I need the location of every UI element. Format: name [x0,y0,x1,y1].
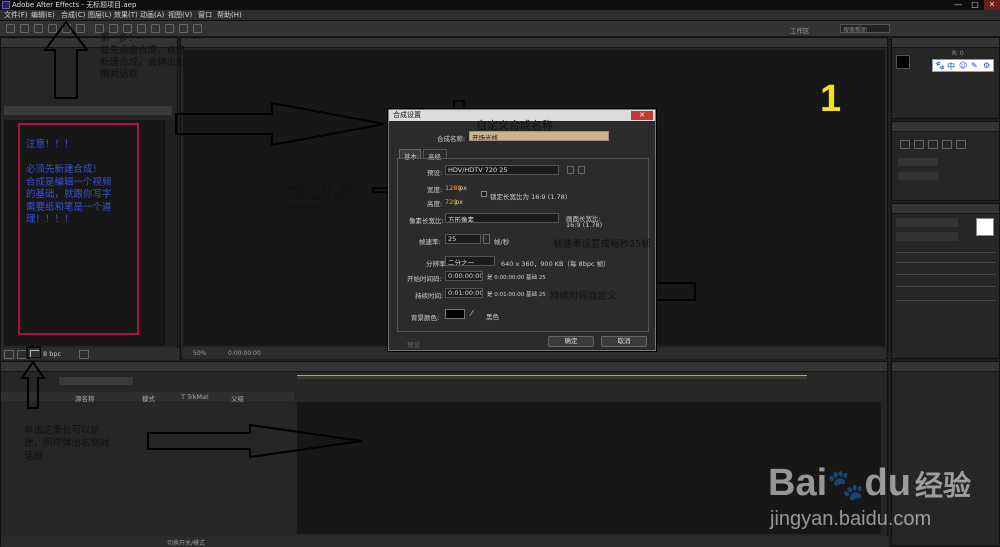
arrow-up-menu [43,20,89,99]
fps-unit: 帧/秒 [494,238,510,246]
width-unit: px [459,184,467,192]
height-label: 高度: [427,200,443,208]
annotation-notice: 注意！！！ 必须先新建合成！ 合成是编辑一个视频 的基础，就跟你写字 需要纸和笔… [26,139,112,225]
resolution-info: 640 x 360，900 KB（每 8bpc 帧） [501,260,610,268]
comp-name-label: 合成名称: [437,135,466,143]
lock-aspect-checkbox[interactable] [481,191,487,197]
preview-checkbox-label[interactable]: 预览 [407,339,420,349]
width-label: 宽度: [427,186,443,194]
ok-button[interactable]: 确定 [548,336,594,347]
resolution-dropdown[interactable]: 二分之一 [445,256,495,266]
lock-aspect-label: 锁定长宽比为 16:9 (1.78) [490,193,568,201]
watermark-jingyan: 经验 [914,470,971,501]
fps-label: 帧速率: [419,238,441,246]
delete-preset-icon[interactable] [578,166,585,174]
watermark-du: du [864,462,911,504]
bg-color-label: 背景颜色: [411,314,440,322]
watermark-bai: Bai [768,462,828,504]
preset-dropdown[interactable]: HDV/HDTV 720 25 [445,165,559,175]
step-number: 1 [820,78,842,120]
duration-label: 持续时间: [415,292,444,300]
start-timecode-info: 是 0:00:00:00 基础 25 [487,275,546,281]
par-dropdown[interactable]: 方形像素 [445,213,559,223]
duration-info: 是 0:01:00:00 基础 25 [487,292,546,298]
dialog-close-button[interactable]: ✕ [631,111,653,120]
eyedropper-icon[interactable]: ⁄ [471,309,472,318]
par-label: 像素长宽比: [409,217,444,225]
annotation-step1: 第一步： 首先点击合成，点击 新建合成，会弹出右 侧对话框 [100,33,186,80]
paw-logo-icon: 🐾 [827,469,865,502]
watermark-url: jingyan.baidu.com [770,508,932,530]
new-comp-highlight-box [26,346,41,359]
arrow-right-to-dialog [175,101,385,147]
bg-color-name: 黑色 [486,313,499,321]
start-timecode-label: 开始时间码: [407,275,442,283]
frame-ar-value: 16:9 (1.78) [566,221,603,229]
annotation-size-note: 根据自己的需要，设置 合成的宽高比，常用的 就是1280*720 [288,184,353,210]
cancel-button[interactable]: 取消 [601,336,647,347]
height-unit: px [455,198,463,206]
fps-input[interactable]: 25 [445,234,481,244]
arrow-right-timeline [147,423,363,459]
preset-label: 预设: [427,169,443,177]
annotation-custom-name: 自定义合成名称 [476,119,553,132]
arrow-up-new-comp [20,360,46,409]
fps-dropdown-icon[interactable] [483,234,490,244]
annotation-fps-note: 帧速率设置成每秒25帧 [553,239,651,250]
annotation-duration-note: 持续时间自定义 [550,291,617,302]
bg-color-swatch[interactable] [445,309,465,319]
duration-input[interactable]: 0:01:00:00 [445,288,483,298]
composition-settings-dialog: 合成设置 ✕ 合成名称: 开场光线 基本 高级 预设: HDV/HDTV 720… [388,109,656,351]
baidu-watermark: Bai🐾du 经验 [768,462,971,505]
start-timecode-input[interactable]: 0:00:00:00 [445,271,483,281]
save-preset-icon[interactable] [567,166,574,174]
annotation-click-note: 单击这里也可以新 建，同样弹出右侧对 话框 [24,425,110,462]
